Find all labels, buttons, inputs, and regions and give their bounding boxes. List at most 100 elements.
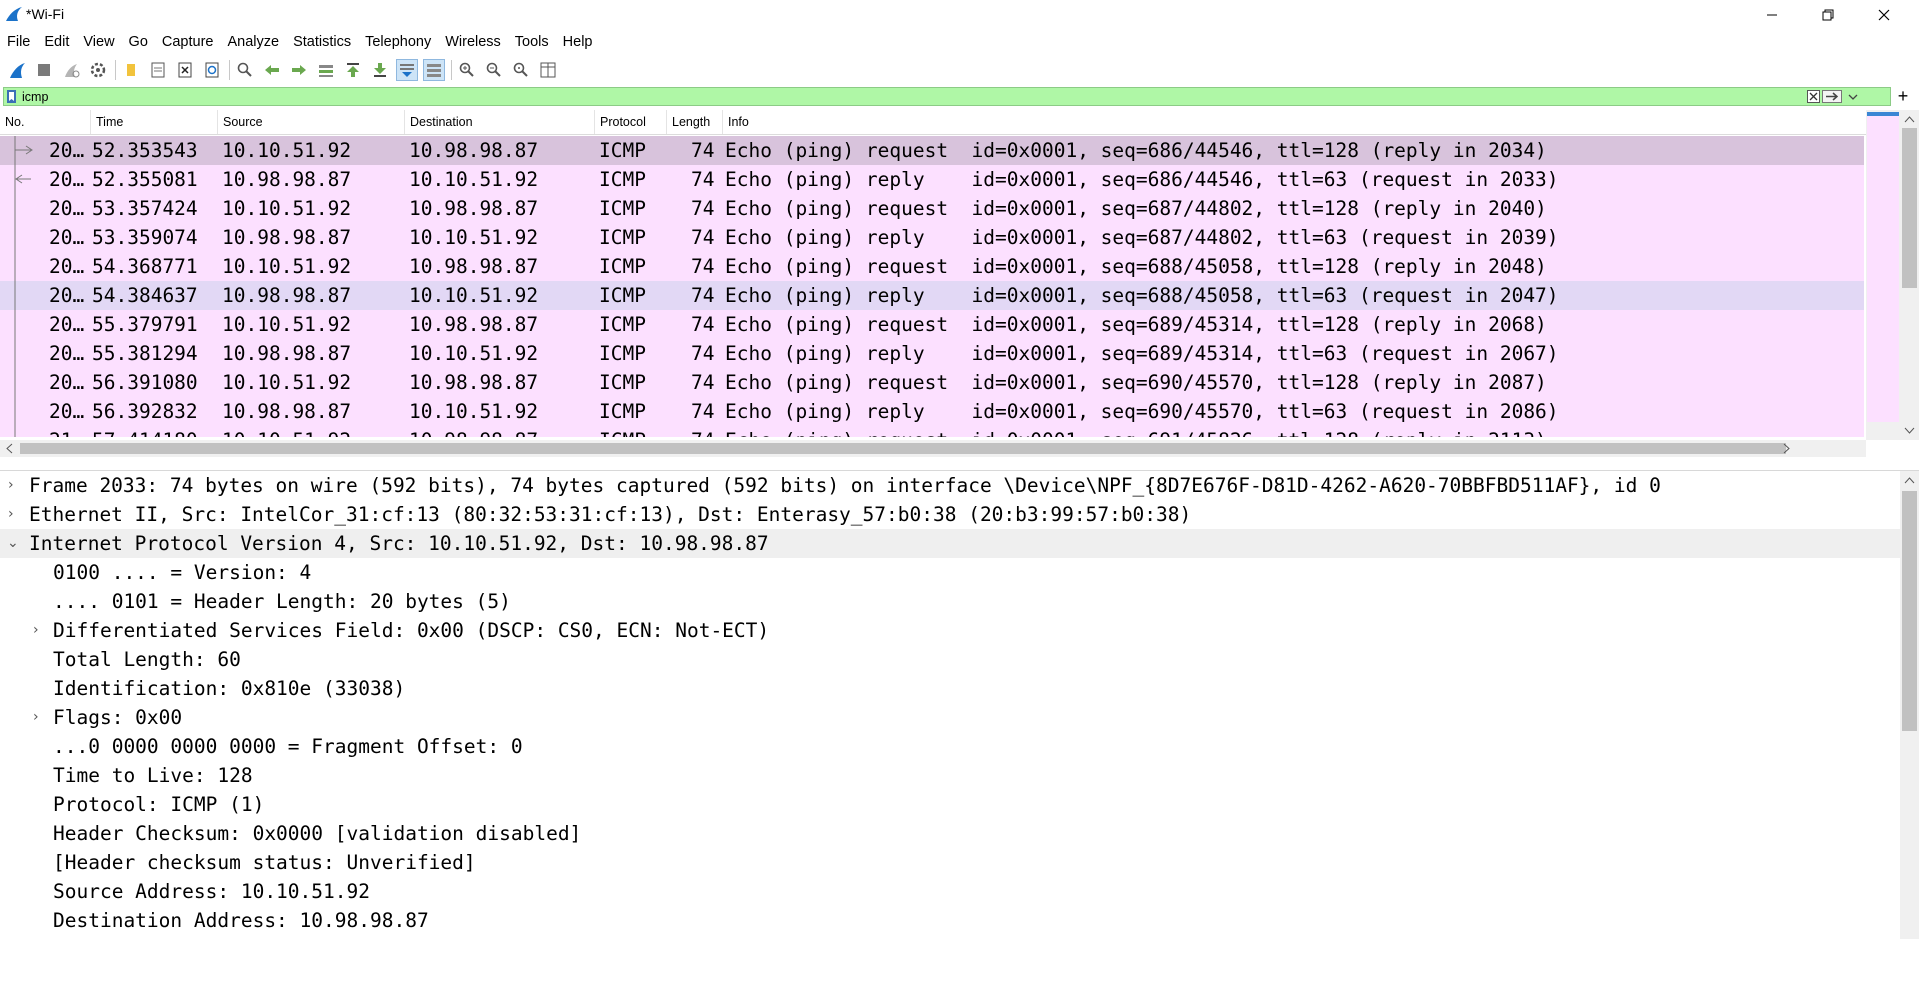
tree-item-dsfield[interactable]: › Differentiated Services Field: 0x00 (D… [0, 616, 1900, 645]
colorize-button[interactable] [423, 59, 445, 81]
display-filter-input[interactable] [22, 88, 1822, 105]
menu-edit[interactable]: Edit [37, 34, 76, 50]
tree-item-checksum[interactable]: Header Checksum: 0x0000 [validation disa… [0, 819, 1900, 848]
find-packet-button[interactable] [234, 59, 256, 81]
capture-options-button[interactable] [87, 59, 109, 81]
menu-tools[interactable]: Tools [508, 34, 556, 50]
chevron-right-icon[interactable]: › [33, 703, 39, 732]
start-capture-button[interactable] [6, 59, 28, 81]
menu-capture[interactable]: Capture [155, 34, 221, 50]
tree-item-protocol[interactable]: Protocol: ICMP (1) [0, 790, 1900, 819]
details-scrollbar[interactable] [1900, 471, 1919, 939]
chevron-down-icon[interactable]: ⌄ [7, 529, 19, 558]
table-row[interactable]: 20… 52.355081 10.98.98.87 10.10.51.92 IC… [0, 165, 1864, 194]
go-back-button[interactable] [261, 59, 283, 81]
restart-capture-button[interactable] [60, 59, 82, 81]
tree-item-ipv4[interactable]: ⌄ Internet Protocol Version 4, Src: 10.1… [0, 529, 1900, 558]
related-line-icon [14, 426, 16, 437]
table-row[interactable]: 20… 52.353543 10.10.51.92 10.98.98.87 IC… [0, 136, 1864, 165]
column-header-time[interactable]: Time [91, 110, 218, 134]
menu-wireless[interactable]: Wireless [438, 34, 508, 50]
close-window-button[interactable] [1856, 0, 1912, 30]
table-row[interactable]: 20… 55.381294 10.98.98.87 10.10.51.92 IC… [0, 339, 1864, 368]
cell-source: 10.98.98.87 [222, 342, 352, 365]
restore-button[interactable] [1800, 0, 1856, 30]
zoom-out-button[interactable] [483, 59, 505, 81]
table-row[interactable]: 21… 57.414180 10.10.51.92 10.98.98.87 IC… [0, 426, 1864, 437]
table-row[interactable]: 20… 53.359074 10.98.98.87 10.10.51.92 IC… [0, 223, 1864, 252]
autoscroll-button[interactable] [396, 59, 418, 81]
chevron-right-icon[interactable]: › [33, 616, 39, 645]
tree-item-frame[interactable]: › Frame 2033: 74 bytes on wire (592 bits… [0, 471, 1900, 500]
chevron-right-icon[interactable]: › [8, 471, 14, 500]
column-header-destination[interactable]: Destination [405, 110, 595, 134]
tree-item-flags[interactable]: › Flags: 0x00 [0, 703, 1900, 732]
packet-list-vscrollbar[interactable] [1866, 110, 1901, 440]
clear-filter-icon[interactable] [1807, 90, 1820, 103]
reload-file-button[interactable] [201, 59, 223, 81]
table-row[interactable]: 20… 54.368771 10.10.51.92 10.98.98.87 IC… [0, 252, 1864, 281]
menu-file[interactable]: File [0, 34, 37, 50]
cell-destination: 10.98.98.87 [409, 197, 539, 220]
tree-item-version[interactable]: 0100 .... = Version: 4 [0, 558, 1900, 587]
menu-statistics[interactable]: Statistics [286, 34, 358, 50]
tree-item-source-address[interactable]: Source Address: 10.10.51.92 [0, 877, 1900, 906]
cell-no: 20… [49, 139, 85, 162]
tree-item-ttl[interactable]: Time to Live: 128 [0, 761, 1900, 790]
minimize-icon [1767, 14, 1777, 16]
packet-list-hscrollbar[interactable] [0, 440, 1866, 457]
tree-item-destination-address[interactable]: Destination Address: 10.98.98.87 [0, 906, 1900, 935]
tree-item-checksum-status[interactable]: [Header checksum status: Unverified] [0, 848, 1900, 877]
resize-columns-button[interactable] [537, 59, 559, 81]
tree-item-identification[interactable]: Identification: 0x810e (33038) [0, 674, 1900, 703]
request-arrow-icon [14, 136, 33, 165]
last-packet-button[interactable] [369, 59, 391, 81]
apply-filter-icon[interactable] [1822, 90, 1842, 103]
first-packet-icon [347, 63, 359, 77]
go-to-packet-button[interactable] [315, 59, 337, 81]
tree-item-fragment-offset[interactable]: ...0 0000 0000 0000 = Fragment Offset: 0 [0, 732, 1900, 761]
menu-help[interactable]: Help [556, 34, 600, 50]
minimize-button[interactable] [1744, 0, 1800, 30]
column-header-info[interactable]: Info [723, 110, 1866, 134]
column-header-protocol[interactable]: Protocol [595, 110, 667, 134]
chevron-down-icon[interactable] [1846, 90, 1860, 103]
table-row[interactable]: 20… 56.391080 10.10.51.92 10.98.98.87 IC… [0, 368, 1864, 397]
column-header-no[interactable]: No. [0, 110, 91, 134]
close-file-button[interactable] [174, 59, 196, 81]
cell-time: 56.392832 [92, 400, 198, 423]
cell-no: 20… [49, 371, 85, 394]
cell-source: 10.98.98.87 [222, 284, 352, 307]
cell-info: Echo (ping) reply id=0x0001, seq=689/453… [725, 342, 1559, 365]
menu-go[interactable]: Go [122, 34, 155, 50]
packet-list-scrollbar[interactable] [1900, 110, 1919, 440]
add-filter-button[interactable]: + [1893, 86, 1913, 106]
chevron-right-icon[interactable]: › [8, 500, 14, 529]
table-row[interactable]: 20… 54.384637 10.98.98.87 10.10.51.92 IC… [0, 281, 1864, 310]
title-bar: *Wi-Fi [0, 0, 1919, 30]
column-header-length[interactable]: Length [667, 110, 723, 134]
resize-columns-icon [540, 62, 556, 78]
menu-analyze[interactable]: Analyze [220, 34, 286, 50]
first-packet-button[interactable] [342, 59, 364, 81]
table-row[interactable]: 20… 56.392832 10.98.98.87 10.10.51.92 IC… [0, 397, 1864, 426]
bookmark-icon[interactable] [7, 90, 16, 103]
menu-telephony[interactable]: Telephony [358, 34, 438, 50]
go-to-packet-icon [319, 65, 333, 77]
tree-item-header-length[interactable]: .... 0101 = Header Length: 20 bytes (5) [0, 587, 1900, 616]
open-file-button[interactable] [120, 59, 142, 81]
table-row[interactable]: 20… 53.357424 10.10.51.92 10.98.98.87 IC… [0, 194, 1864, 223]
tree-item-ethernet[interactable]: › Ethernet II, Src: IntelCor_31:cf:13 (8… [0, 500, 1900, 529]
cell-destination: 10.10.51.92 [409, 226, 539, 249]
table-row[interactable]: 20… 55.379791 10.10.51.92 10.98.98.87 IC… [0, 310, 1864, 339]
stop-capture-button[interactable] [33, 59, 55, 81]
tree-item-total-length[interactable]: Total Length: 60 [0, 645, 1900, 674]
go-forward-button[interactable] [288, 59, 310, 81]
zoom-in-button[interactable] [456, 59, 478, 81]
cell-destination: 10.10.51.92 [409, 342, 539, 365]
cell-destination: 10.98.98.87 [409, 313, 539, 336]
normal-size-button[interactable] [510, 59, 532, 81]
menu-view[interactable]: View [76, 34, 121, 50]
column-header-source[interactable]: Source [218, 110, 405, 134]
save-file-button[interactable] [147, 59, 169, 81]
